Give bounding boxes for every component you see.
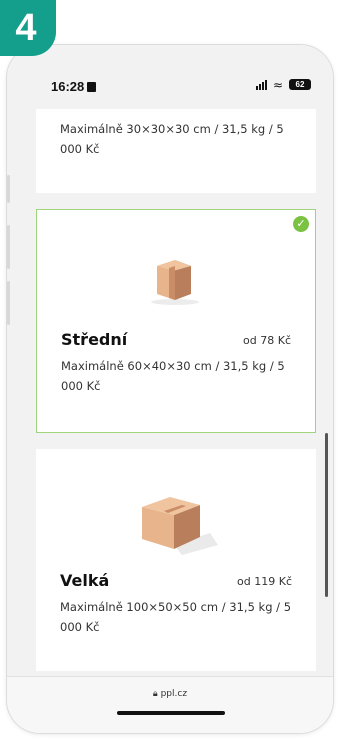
package-size-list[interactable]: Maximálně 30×30×30 cm / 31,5 kg / 5 000 …	[7, 109, 333, 679]
status-time-text: 16:28	[51, 79, 85, 94]
url-text: ppl.cz	[160, 689, 188, 699]
check-icon: ✓	[293, 216, 309, 232]
browser-bottom-bar: 🔒︎ ppl.cz	[7, 676, 333, 733]
scrollbar[interactable]	[325, 433, 328, 597]
card-title: Velká	[60, 571, 110, 590]
large-box-icon	[142, 497, 218, 555]
medium-box-icon	[151, 260, 199, 305]
wifi-icon: ≈	[272, 77, 283, 92]
card-price: od 119 Kč	[237, 575, 292, 588]
package-card-medium[interactable]: ✓ Střední od 78 Kč Maximálně 60×40×30 cm…	[36, 209, 316, 433]
status-time: 16:28	[51, 79, 97, 94]
battery-icon: 62	[289, 79, 311, 90]
card-description: Maximálně 30×30×30 cm / 31,5 kg / 5 000 …	[60, 122, 284, 156]
home-indicator[interactable]	[117, 711, 225, 715]
phone-frame: 16:28 ≈ 62 Maximálně 30×30×30 cm / 31,5 …	[6, 44, 334, 734]
status-icons: ≈ 62	[255, 77, 311, 92]
package-card-large[interactable]: Velká od 119 Kč Maximálně 100×50×50 cm /…	[36, 449, 316, 671]
package-card-small[interactable]: Maximálně 30×30×30 cm / 31,5 kg / 5 000 …	[36, 109, 316, 193]
lock-icon: 🔒︎	[152, 689, 158, 699]
browser-url[interactable]: 🔒︎ ppl.cz	[7, 689, 333, 699]
card-description: Maximálně 100×50×50 cm / 31,5 kg / 5 000…	[60, 600, 292, 634]
status-bar: 16:28 ≈ 62	[7, 45, 333, 109]
step-number-badge: 4	[0, 0, 56, 56]
sim-icon	[87, 82, 97, 92]
signal-icon	[255, 79, 267, 90]
card-description: Maximálně 60×40×30 cm / 31,5 kg / 5 000 …	[61, 359, 285, 393]
card-title: Střední	[61, 330, 128, 349]
card-price: od 78 Kč	[243, 334, 291, 347]
